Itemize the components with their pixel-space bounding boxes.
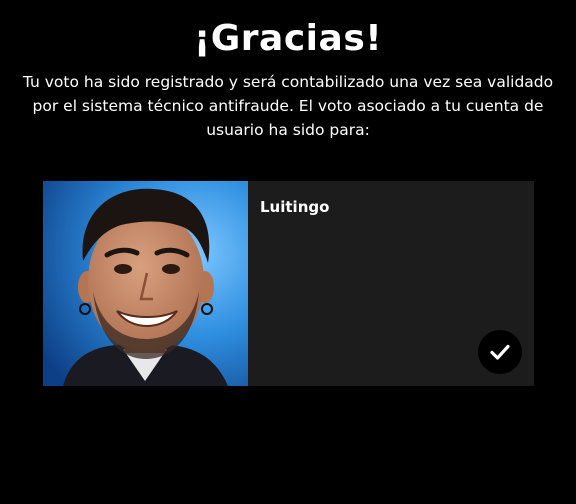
candidate-photo bbox=[43, 181, 248, 386]
check-icon bbox=[490, 344, 510, 360]
selected-check-badge bbox=[478, 330, 522, 374]
candidate-name: Luitingo bbox=[260, 198, 330, 216]
selected-candidate-card: Luitingo bbox=[43, 181, 534, 386]
page-title: ¡Gracias! bbox=[193, 18, 383, 59]
confirmation-message: Tu voto ha sido registrado y será contab… bbox=[22, 73, 554, 139]
